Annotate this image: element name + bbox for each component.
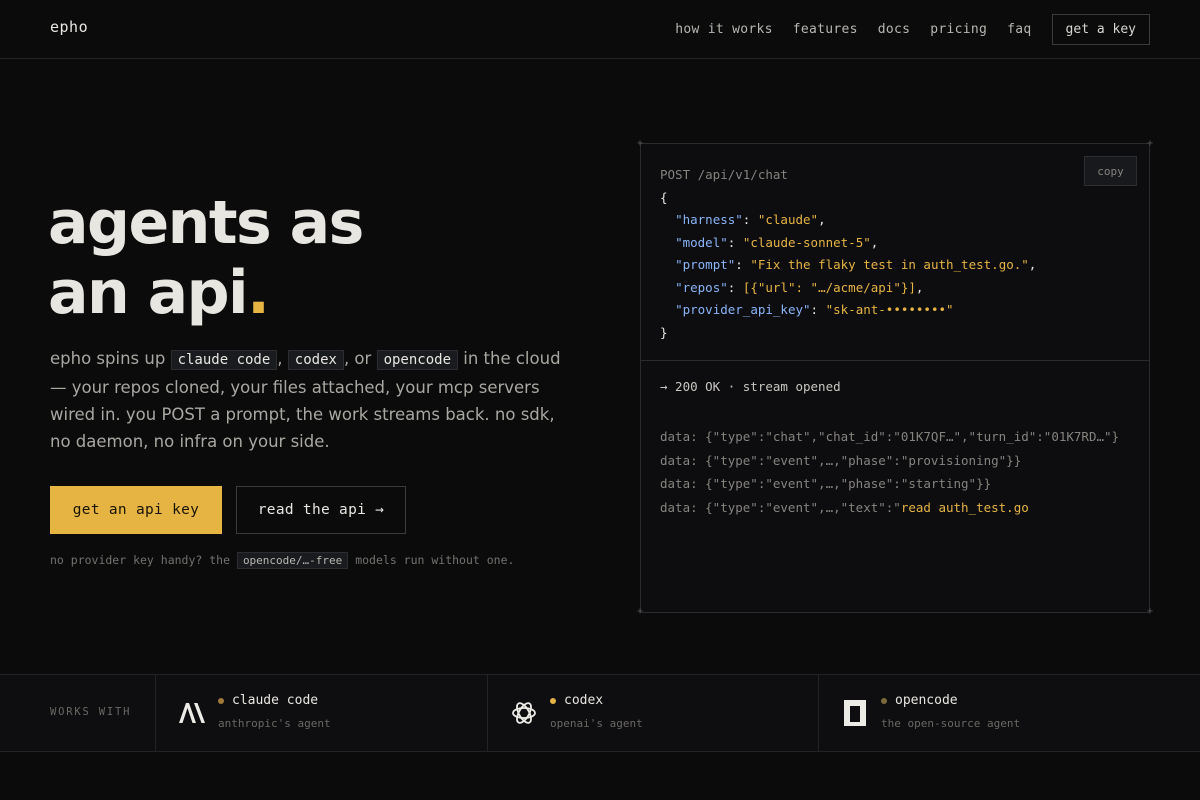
corner-mark: + [637, 138, 644, 149]
json-key: "harness" [675, 212, 743, 227]
logo[interactable]: epho [50, 18, 88, 36]
stream-line: data: {"type":"event",…,"phase":"provisi… [660, 452, 1022, 468]
integration-name-text: opencode [895, 693, 958, 708]
nav-link-features[interactable]: features [793, 22, 858, 37]
nav-link-pricing[interactable]: pricing [930, 22, 987, 37]
request-code: POST /api/v1/chat { "harness": "claude",… [660, 167, 1037, 340]
anthropic-icon [178, 699, 206, 727]
integration-name-text: codex [564, 693, 604, 708]
nav-link-faq[interactable]: faq [1007, 22, 1031, 37]
json-comma: , [915, 279, 924, 295]
json-key: "repos" [675, 279, 728, 295]
top-nav: epho how it works features docs pricing … [0, 0, 1200, 59]
provider-key-note: no provider key handy? the opencode/…-fr… [50, 552, 515, 569]
integration-name-text: claude code [232, 693, 319, 708]
integration-name: codex [550, 693, 603, 708]
hero-description: epho spins up claude code, codex, or ope… [50, 345, 570, 455]
read-api-button[interactable]: read the api → [236, 486, 406, 534]
json-key: "provider_api_key" [675, 302, 811, 317]
code-chip-opencode: opencode [376, 350, 458, 370]
stream-output: data: {"type":"chat","chat_id":"01K7QF…"… [660, 425, 1119, 519]
hero-title-line1: agents as [48, 188, 364, 258]
integration-name: opencode [881, 693, 958, 708]
nav-link-docs[interactable]: docs [878, 22, 911, 37]
corner-mark: + [1146, 606, 1153, 617]
status-dot [550, 697, 556, 704]
desc-text-1: epho spins up [50, 349, 171, 368]
works-with-label: WORKS WITH [50, 706, 132, 718]
works-with-bar: WORKS WITH claude code anthropic's agent… [0, 674, 1200, 752]
json-value: "claude-sonnet-5" [742, 234, 871, 250]
stream-line-text: read auth_test.go [900, 499, 1029, 515]
stream-line: data: {"type":"chat","chat_id":"01K7QF…"… [660, 429, 1120, 444]
json-comma: , [870, 234, 879, 250]
get-key-button[interactable]: get a key [1051, 14, 1150, 45]
opencode-icon [841, 699, 869, 727]
copy-button[interactable]: copy [1084, 156, 1137, 186]
json-value: "Fix the flaky test in auth_test.go." [750, 257, 1029, 272]
note-code-chip: opencode/…-free [236, 552, 349, 569]
note-text-before: no provider key handy? the [50, 553, 237, 567]
panel-divider [641, 360, 1149, 361]
integration-sub: the open-source agent [881, 717, 1021, 730]
integration-sub: openai's agent [550, 717, 643, 730]
json-key: "model" [675, 234, 728, 250]
corner-mark: + [637, 606, 644, 617]
json-comma: , [1028, 257, 1037, 272]
note-text-after: models run without one. [348, 553, 515, 567]
integration-opencode[interactable]: opencode the open-source agent [818, 675, 1150, 751]
integration-codex[interactable]: codex openai's agent [487, 675, 819, 751]
request-line: POST /api/v1/chat [660, 167, 788, 182]
stream-line: data: {"type":"event",…,"phase":"startin… [660, 476, 992, 491]
json-value: "sk-ant-••••••••" [825, 302, 954, 317]
json-value: [{"url": "…/acme/api"}] [742, 279, 916, 295]
json-close-brace: } [660, 324, 668, 340]
response-status: → 200 OK · stream opened [660, 379, 841, 394]
integration-claude-code[interactable]: claude code anthropic's agent [155, 675, 488, 751]
desc-sep-2: , or [343, 349, 377, 368]
hero-title-line2: an api [48, 258, 249, 328]
stream-line-prefix: data: {"type":"event",…,"text":" [660, 499, 901, 515]
desc-sep-1: , [277, 349, 288, 368]
code-panel: + + + + copy POST /api/v1/chat { "harnes… [637, 139, 1153, 617]
integration-name: claude code [218, 693, 318, 708]
code-chip-claude-code: claude code [170, 350, 278, 370]
hero-title-dot: . [247, 258, 270, 328]
status-dot [218, 697, 224, 704]
openai-icon [510, 699, 538, 727]
hero-title: agents as an api. [48, 188, 364, 328]
json-value: "claude" [757, 212, 819, 227]
json-comma: , [818, 212, 826, 227]
status-dot [881, 697, 887, 704]
code-chip-codex: codex [287, 350, 344, 370]
json-open-brace: { [660, 189, 668, 205]
corner-mark: + [1146, 138, 1153, 149]
integration-sub: anthropic's agent [218, 717, 331, 730]
nav-link-how-it-works[interactable]: how it works [675, 22, 773, 37]
get-api-key-button[interactable]: get an api key [50, 486, 222, 534]
json-key: "prompt" [675, 257, 736, 272]
nav-links: how it works features docs pricing faq g… [675, 14, 1150, 45]
